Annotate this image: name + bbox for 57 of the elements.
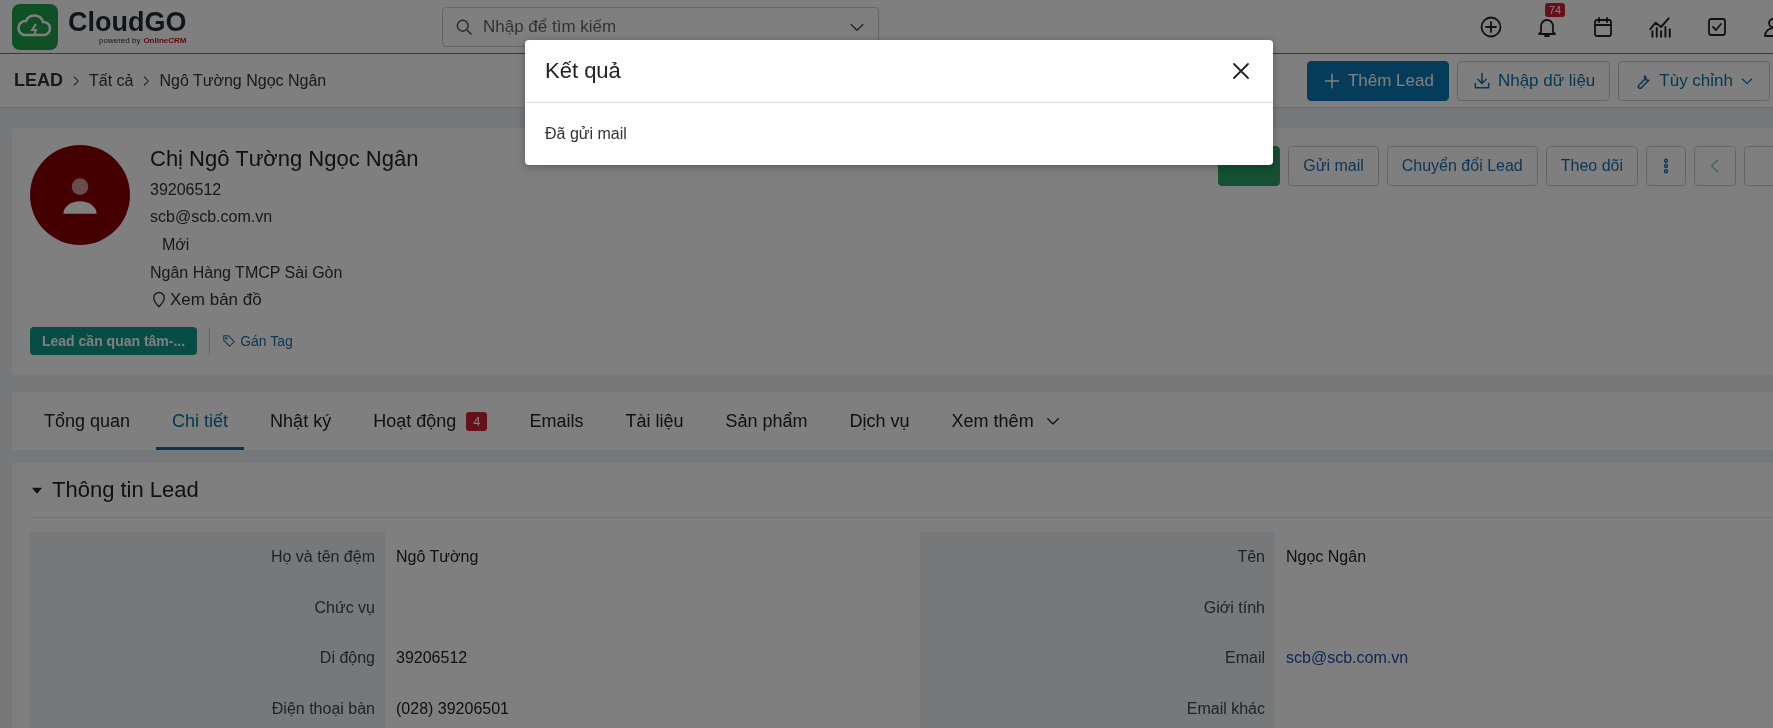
tab[interactable]: Nhật ký — [254, 392, 348, 450]
field-label: Tên — [1237, 548, 1265, 567]
tab-label: Hoạt động — [373, 410, 457, 432]
field-value: 39206512 — [396, 649, 468, 668]
email-link[interactable]: scb@scb.com.vn — [1286, 649, 1409, 668]
more-button[interactable] — [1646, 146, 1686, 186]
brand-name: OnlineCRM — [143, 36, 187, 45]
customize-button[interactable]: Tùy chỉnh — [1618, 60, 1770, 101]
count-badge: 4 — [466, 411, 488, 431]
map-pin-icon — [150, 290, 168, 309]
map-link[interactable]: Xem bản đồ — [150, 286, 419, 313]
lead-email: scb@scb.com.vn — [150, 206, 274, 227]
field-value: Ngọc Ngân — [1286, 548, 1367, 567]
assign-tag-link[interactable]: Gán Tag — [222, 333, 293, 349]
calendar-icon — [1591, 14, 1615, 39]
lead-status: Mới — [161, 235, 191, 255]
field-label: Email — [1225, 649, 1265, 668]
modal-message: Đã gửi mail — [545, 125, 627, 143]
action-button[interactable]: Gửi mail — [1288, 146, 1379, 186]
section-title: Thông tin Lead — [52, 477, 199, 503]
import-button[interactable]: Nhập dữ liệu — [1456, 60, 1611, 101]
breadcrumb-item[interactable]: Ngô Tường Ngọc Ngân — [159, 71, 327, 90]
field-label: Họ và tên đệm — [270, 548, 375, 567]
tab[interactable]: Chi tiết — [156, 392, 245, 450]
lead-name: Chị Ngô Tường Ngọc Ngân — [150, 145, 419, 173]
lead-company: Ngân Hàng TMCP Sài Gòn — [150, 263, 344, 283]
field-label: Chức vụ — [314, 598, 375, 617]
search-field[interactable]: Nhập để tìm kiếm — [442, 6, 879, 47]
action-button[interactable]: Theo dõi — [1545, 146, 1638, 186]
tab[interactable]: Emails — [513, 392, 600, 450]
field-label: Giới tính — [1203, 598, 1265, 617]
tag-icon — [222, 334, 237, 348]
lead-phone: 39206512 — [150, 180, 223, 200]
breadcrumb-item[interactable]: LEAD — [14, 70, 63, 91]
logo-icon — [12, 3, 58, 50]
plus-circle-icon — [1479, 14, 1503, 39]
breadcrumb-item[interactable]: Tất cả — [89, 71, 134, 90]
lead-tag[interactable]: Lead cần quan tâm-... — [30, 327, 198, 355]
tab[interactable]: Sản phẩm — [709, 392, 824, 450]
field-value: (028) 39206501 — [396, 699, 509, 718]
tab[interactable]: Dịch vụ — [833, 392, 926, 450]
tagline: powered by — [99, 36, 141, 45]
field-label: Di động — [319, 649, 375, 668]
add-lead-button[interactable]: Thêm Lead — [1306, 60, 1449, 101]
action-button[interactable]: Chuyển đổi Lead — [1386, 146, 1538, 186]
field-value: Ngô Tường — [396, 548, 479, 567]
tab[interactable]: Hoạt động 4 — [357, 392, 504, 450]
next-button[interactable] — [1744, 146, 1773, 186]
previous-button[interactable] — [1694, 146, 1736, 186]
field-label: Email khác — [1186, 699, 1265, 718]
modal-title: Kết quả — [545, 58, 621, 84]
app-name: CloudGO — [68, 8, 187, 36]
tab[interactable]: Xem thêm — [935, 392, 1078, 450]
notification-badge: 74 — [1545, 2, 1566, 17]
tab[interactable]: Tài liệu — [609, 392, 700, 450]
tab[interactable]: Tổng quan — [28, 392, 147, 450]
field-label: Điện thoại bàn — [271, 699, 375, 718]
